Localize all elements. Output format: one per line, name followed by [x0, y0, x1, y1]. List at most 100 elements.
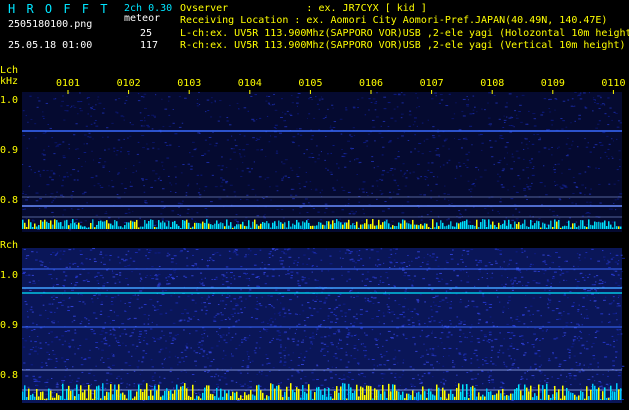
meteor-bar [360, 224, 362, 229]
noise-pixel [138, 336, 142, 338]
noise-pixel [223, 377, 227, 379]
noise-pixel [109, 368, 112, 370]
meteor-bar [352, 223, 354, 229]
meteor-bar [458, 383, 460, 400]
noise-pixel [456, 263, 460, 265]
noise-pixel [379, 353, 383, 355]
meteor-bar [62, 226, 64, 229]
noise-pixel [593, 300, 597, 302]
meteor-bar [242, 398, 244, 400]
noise-pixel [158, 265, 161, 267]
meteor-bar [570, 227, 572, 229]
noise-pixel [150, 385, 154, 387]
noise-pixel [338, 338, 340, 340]
noise-pixel [484, 169, 487, 171]
noise-pixel [81, 320, 83, 322]
meteor-bar [266, 221, 268, 229]
noise-pixel [310, 138, 313, 140]
noise-pixel [601, 282, 604, 284]
noise-pixel [245, 143, 249, 145]
noise-pixel [247, 358, 250, 360]
noise-pixel [162, 366, 164, 368]
noise-pixel [406, 201, 410, 203]
noise-pixel [388, 368, 391, 370]
meteor-bar [54, 397, 56, 400]
noise-pixel [398, 267, 401, 269]
time-tick-0110: 0110 [601, 78, 626, 89]
noise-pixel [45, 309, 47, 311]
noise-pixel [87, 280, 90, 282]
noise-pixel [593, 146, 595, 148]
noise-pixel [469, 341, 473, 343]
noise-pixel [195, 330, 198, 332]
noise-pixel [79, 344, 82, 346]
noise-pixel [61, 380, 63, 382]
noise-pixel [381, 136, 384, 138]
noise-pixel [377, 347, 379, 349]
noise-pixel [356, 269, 359, 271]
noise-pixel [611, 221, 614, 223]
noise-pixel [98, 218, 101, 220]
noise-pixel [73, 262, 77, 264]
meteor-bar [34, 223, 36, 229]
noise-pixel [181, 382, 184, 384]
noise-pixel [318, 286, 322, 288]
meteor-bar [460, 222, 462, 229]
noise-pixel [345, 109, 348, 111]
noise-pixel [394, 168, 396, 170]
noise-pixel [550, 286, 553, 288]
noise-pixel [313, 308, 316, 310]
noise-pixel [111, 122, 114, 124]
noise-pixel [85, 125, 88, 127]
noise-pixel [284, 113, 287, 115]
noise-pixel [203, 329, 206, 331]
noise-pixel [198, 194, 202, 196]
noise-pixel [412, 280, 415, 282]
noise-pixel [477, 279, 480, 281]
noise-pixel [281, 251, 284, 253]
noise-pixel [535, 282, 538, 284]
noise-pixel [468, 189, 470, 191]
noise-pixel [225, 182, 228, 184]
noise-pixel [415, 92, 417, 94]
noise-pixel [43, 266, 47, 268]
noise-pixel [375, 344, 378, 346]
noise-pixel [112, 276, 116, 278]
noise-pixel [175, 263, 178, 265]
noise-pixel [151, 266, 154, 268]
noise-pixel [185, 192, 188, 194]
meteor-bar [180, 386, 182, 400]
noise-pixel [180, 172, 183, 174]
noise-pixel [609, 107, 612, 109]
noise-pixel [461, 254, 463, 256]
noise-pixel [585, 212, 588, 214]
noise-pixel [224, 308, 226, 310]
noise-pixel [552, 352, 554, 354]
noise-pixel [589, 151, 592, 153]
noise-pixel [239, 372, 242, 374]
meteor-bar [586, 386, 588, 400]
noise-pixel [75, 123, 78, 125]
noise-pixel [615, 339, 618, 341]
noise-pixel [487, 212, 489, 214]
noise-pixel [248, 171, 251, 173]
noise-pixel [89, 349, 91, 351]
noise-pixel [216, 313, 220, 315]
noise-pixel [402, 311, 405, 313]
noise-pixel [62, 141, 65, 143]
noise-pixel [203, 302, 206, 304]
noise-pixel [489, 125, 492, 127]
noise-pixel [59, 301, 62, 303]
noise-pixel [291, 368, 294, 370]
noise-pixel [51, 395, 55, 397]
noise-pixel [338, 304, 341, 306]
noise-pixel [72, 248, 75, 250]
noise-pixel [415, 313, 419, 315]
meteor-bar [164, 222, 166, 229]
noise-pixel [341, 186, 344, 188]
noise-pixel [448, 159, 451, 161]
meteor-bar [168, 220, 170, 229]
noise-pixel [129, 122, 131, 124]
noise-pixel [452, 366, 456, 368]
meteor-bar [192, 384, 194, 400]
